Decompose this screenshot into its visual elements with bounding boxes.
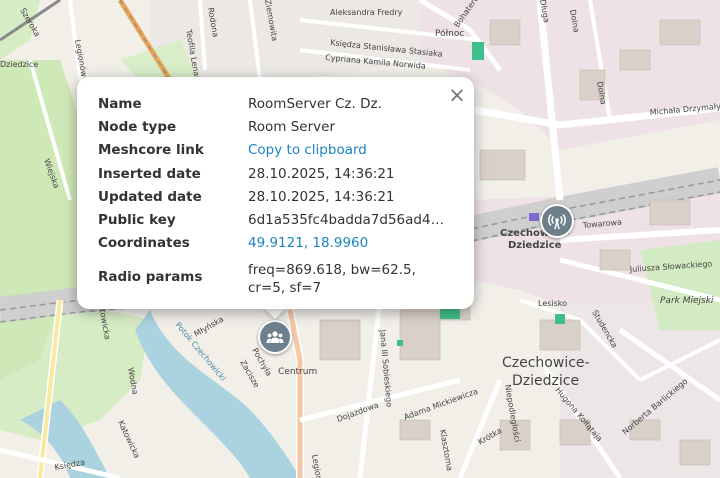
inserted-date-value: 28.10.2025, 14:36:21: [248, 165, 395, 182]
node-type-value: Room Server: [248, 118, 336, 135]
coordinates-key: Coordinates: [98, 235, 190, 252]
room-server-marker-inner: [260, 322, 290, 352]
info-row-name: Name RoomServer Cz. Dz.: [98, 92, 453, 115]
public-key-key: Public key: [98, 212, 176, 229]
info-row-node-type: Node type Room Server: [98, 115, 453, 138]
updated-date-key: Updated date: [98, 188, 202, 205]
antenna-icon: [548, 213, 566, 230]
repeater-marker[interactable]: [540, 204, 574, 238]
meshcore-link-key: Meshcore link: [98, 142, 204, 159]
coordinates-link[interactable]: 49.9121, 18.9960: [248, 235, 368, 251]
close-button[interactable]: ×: [445, 83, 469, 107]
town-label-line1: Czechowice-: [502, 355, 590, 371]
info-row-coordinates: Coordinates 49.9121, 18.9960: [98, 232, 453, 255]
info-row-inserted-date: Inserted date 28.10.2025, 14:36:21: [98, 162, 453, 185]
updated-date-value: 28.10.2025, 14:36:21: [248, 188, 395, 205]
town-label-line2: Dziedzice: [512, 373, 579, 389]
station-label-line2: Dziedzice: [508, 240, 562, 251]
info-row-meshcore-link: Meshcore link Copy to clipboard: [98, 139, 453, 162]
name-value: RoomServer Cz. Dz.: [248, 95, 382, 112]
park-label: Park Miejski: [660, 296, 714, 306]
repeater-marker-inner: [542, 206, 572, 236]
public-key-value: 6d1a535fc4badda7d56ad40…: [248, 212, 448, 229]
street-label: Aleksandra Fredry: [330, 8, 403, 17]
node-type-key: Node type: [98, 118, 177, 135]
street-label: Północ: [435, 28, 464, 39]
street-label: Lesisko: [538, 299, 567, 308]
room-server-marker[interactable]: [258, 320, 292, 354]
node-popup: × Name RoomServer Cz. Dz. Node type Room…: [77, 77, 474, 309]
radio-params-key: Radio params: [98, 269, 203, 286]
close-icon: ×: [448, 82, 466, 107]
radio-params-value: freq=869.618, bw=62.5, cr=5, sf=7: [248, 262, 416, 297]
train-station-icon: [529, 213, 539, 221]
name-key: Name: [98, 95, 142, 112]
node-info-table: Name RoomServer Cz. Dz. Node type Room S…: [98, 92, 453, 299]
street-label: Dziedzice: [0, 60, 38, 69]
info-row-updated-date: Updated date 28.10.2025, 14:36:21: [98, 185, 453, 208]
inserted-date-key: Inserted date: [98, 165, 201, 182]
street-label: Centrum: [278, 367, 317, 377]
group-icon: [266, 331, 284, 343]
info-row-public-key: Public key 6d1a535fc4badda7d56ad40…: [98, 208, 453, 231]
copy-to-clipboard-link[interactable]: Copy to clipboard: [248, 142, 367, 158]
info-row-radio-params: Radio params freq=869.618, bw=62.5, cr=5…: [98, 255, 453, 299]
